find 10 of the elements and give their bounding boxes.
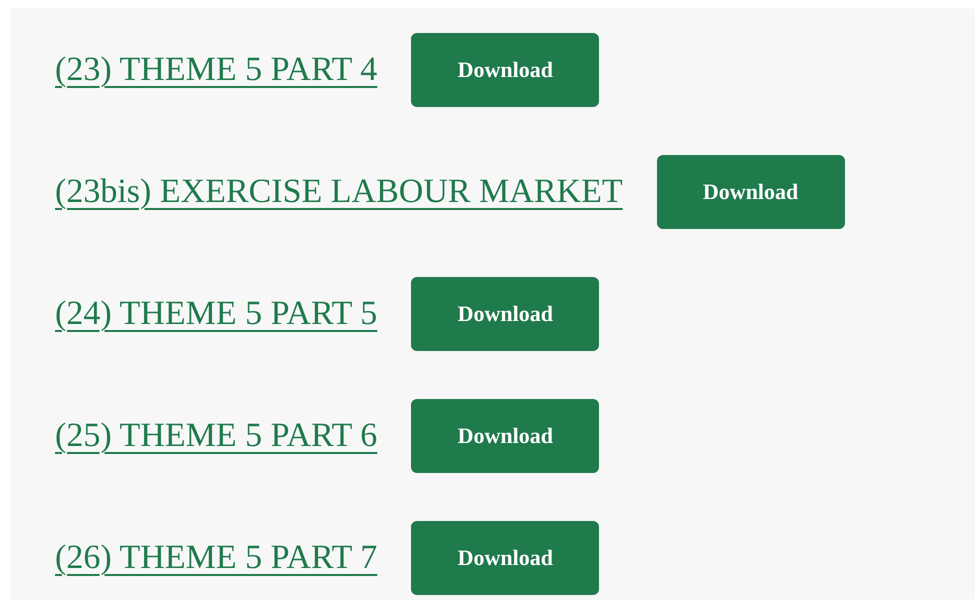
document-link[interactable]: (25) THEME 5 PART 6 bbox=[55, 417, 378, 455]
document-link[interactable]: (24) THEME 5 PART 5 bbox=[55, 295, 378, 333]
download-button[interactable]: Download bbox=[411, 33, 600, 107]
download-button[interactable]: Download bbox=[411, 521, 600, 595]
document-link[interactable]: (23) THEME 5 PART 4 bbox=[55, 51, 378, 89]
document-link[interactable]: (26) THEME 5 PART 7 bbox=[55, 539, 378, 577]
download-button[interactable]: Download bbox=[411, 277, 600, 351]
download-button[interactable]: Download bbox=[656, 155, 845, 229]
document-link[interactable]: (23bis) EXERCISE LABOUR MARKET bbox=[55, 173, 623, 211]
download-button[interactable]: Download bbox=[411, 399, 600, 473]
